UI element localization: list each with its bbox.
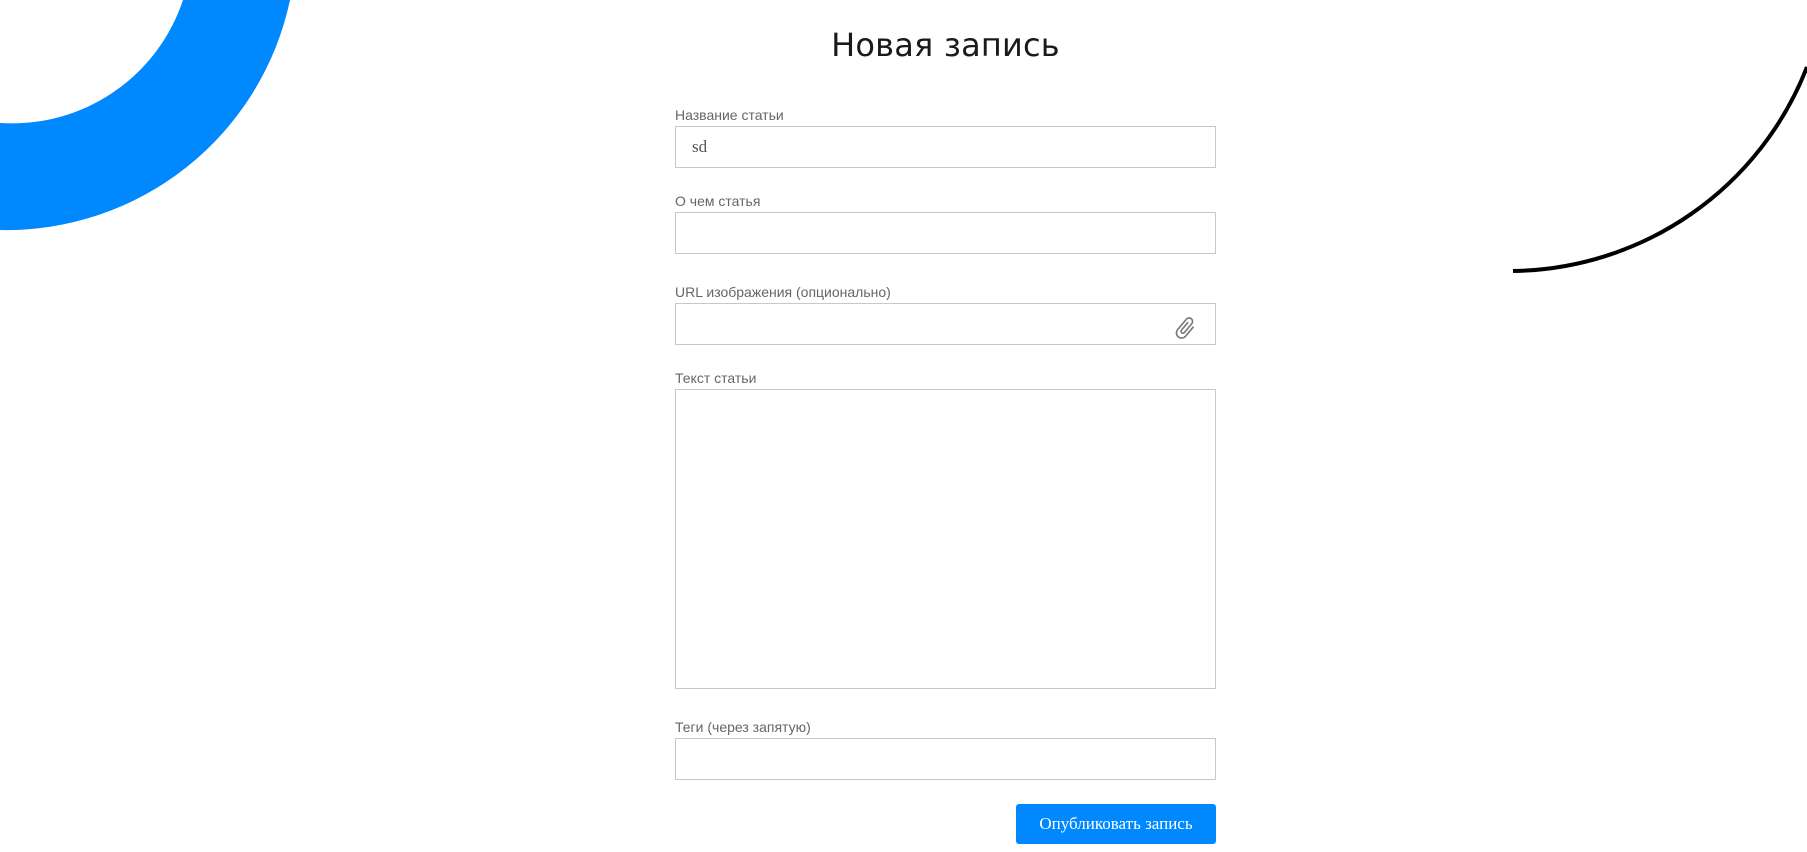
paperclip-icon[interactable] xyxy=(1172,315,1198,341)
page-title: Новая запись xyxy=(831,26,1060,64)
tags-input[interactable] xyxy=(675,738,1216,780)
publish-button[interactable]: Опубликовать запись xyxy=(1016,804,1216,844)
title-input[interactable] xyxy=(675,126,1216,168)
tags-field-label: Теги (через запятую) xyxy=(675,719,811,735)
body-field-label: Текст статьи xyxy=(675,370,757,386)
about-input[interactable] xyxy=(675,212,1216,254)
title-field-label: Название статьи xyxy=(675,107,784,123)
image-url-field-label: URL изображения (опционально) xyxy=(675,284,891,300)
body-textarea[interactable] xyxy=(675,389,1216,689)
about-field-label: О чем статья xyxy=(675,193,761,209)
image-url-input[interactable] xyxy=(675,303,1216,345)
